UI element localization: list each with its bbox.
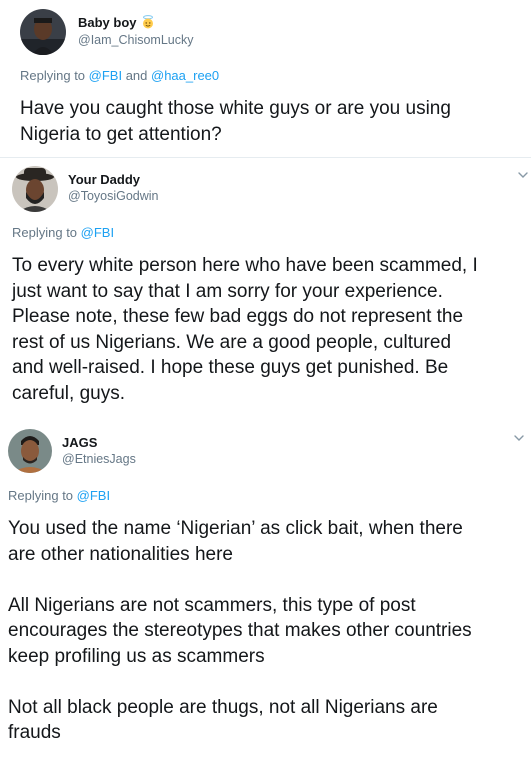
avatar[interactable] [12, 166, 58, 212]
author-name[interactable]: Your Daddy [68, 172, 140, 187]
tweet[interactable]: Your Daddy @ToyosiGodwin Replying to @FB… [0, 157, 531, 422]
mention-link[interactable]: @FBI [81, 225, 114, 240]
tweet-text: Have you caught those white guys or are … [20, 98, 451, 145]
author-handle[interactable]: @Iam_ChisomLucky [78, 33, 194, 47]
mention-link[interactable]: @haa_ree0 [151, 68, 219, 83]
author-name[interactable]: Baby boy [78, 15, 137, 30]
author-handle[interactable]: @ToyosiGodwin [68, 189, 159, 203]
author-handle[interactable]: @EtniesJags [62, 452, 136, 466]
replying-to: Replying to @FBI [12, 225, 114, 240]
replying-to-label: Replying to [20, 68, 89, 83]
replying-to: Replying to @FBI [8, 488, 110, 503]
avatar[interactable] [8, 429, 52, 473]
replying-to-label: Replying to [8, 488, 77, 503]
chevron-down-icon[interactable] [512, 431, 526, 445]
mention-link[interactable]: @FBI [89, 68, 122, 83]
tweet[interactable]: JAGS @EtniesJags Replying to @FBI You us… [0, 421, 531, 766]
chevron-down-icon[interactable] [516, 168, 530, 182]
angel-emoji-icon [141, 15, 155, 32]
replying-to: Replying to @FBI and @haa_ree0 [20, 68, 219, 83]
mention-link[interactable]: @FBI [77, 488, 110, 503]
tweet-text: You used the name ‘Nigerian’ as click ba… [8, 518, 472, 743]
avatar[interactable] [20, 9, 66, 55]
replying-to-label: Replying to [12, 225, 81, 240]
mention-joiner: and [122, 68, 151, 83]
tweet[interactable]: Baby boy @Iam_ChisomLucky Replying to @F… [0, 0, 531, 156]
tweet-text: To every white person here who have been… [12, 255, 478, 404]
author-name[interactable]: JAGS [62, 435, 97, 450]
